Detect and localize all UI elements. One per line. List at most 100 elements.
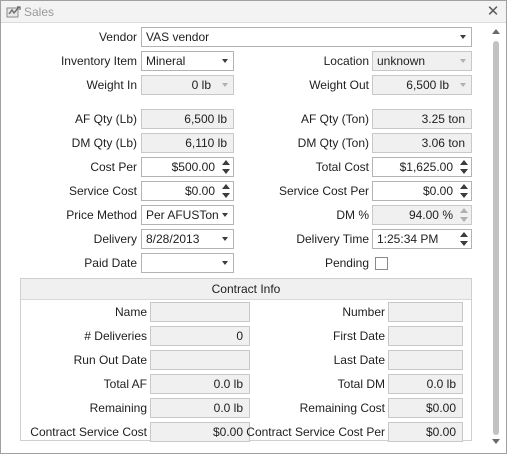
spinner-arrows-icon[interactable] [219,182,233,200]
service-cost-spinner[interactable]: $0.00 [141,181,234,201]
first-date-field [388,326,463,346]
cost-per-spinner[interactable]: $500.00 [141,157,234,177]
deliveries-label: # Deliveries [84,329,147,343]
contract-info-header: Contract Info [21,279,471,300]
total-cost-label: Total Cost [315,160,369,174]
vendor-label: Vendor [98,30,137,44]
scroll-up-icon[interactable] [492,29,500,34]
chevron-down-icon[interactable] [455,28,471,46]
spinner-arrows-icon[interactable] [219,158,233,176]
sales-window: Sales ✕ Vendor VAS vendor Inventory Item… [0,0,507,454]
delivery-time-spinner[interactable]: 1:25:34 PM [372,229,472,249]
total-af-value: 0.0 lb [213,377,243,391]
service-cost-label: Service Cost [68,184,137,198]
close-icon[interactable]: ✕ [485,4,501,20]
cost-per-value: $500.00 [171,160,215,174]
location-select[interactable]: unknown [372,51,472,71]
pending-label: Pending [324,256,369,270]
price-method-select[interactable]: Per AFUSTon [141,205,234,225]
dm-qty-lb-label: DM Qty (Lb) [71,136,137,150]
chevron-down-icon[interactable] [217,254,233,272]
contract-number-label: Number [342,305,385,319]
total-af-label: Total AF [103,377,147,391]
spinner-arrows-icon[interactable] [457,182,471,200]
delivery-value: 8/28/2013 [146,232,200,246]
weight-in-field[interactable]: 0 lb [141,75,234,95]
af-qty-lb-label: AF Qty (Lb) [74,112,137,126]
vendor-value: VAS vendor [146,30,210,44]
remaining-field: 0.0 lb [150,398,250,418]
last-date-label: Last Date [333,353,385,367]
chevron-down-icon[interactable] [217,76,233,94]
total-dm-value: 0.0 lb [426,377,456,391]
dm-qty-ton-field: 3.06 ton [372,133,472,153]
remaining-value: 0.0 lb [213,401,243,415]
dm-percent-value: 94.00 % [408,208,453,222]
scroll-down-icon[interactable] [492,439,500,444]
run-out-date-field [150,350,250,370]
dm-qty-lb-field: 6,110 lb [141,133,234,153]
first-date-label: First Date [332,329,385,343]
chevron-down-icon[interactable] [455,52,471,70]
af-qty-ton-field: 3.25 ton [372,109,472,129]
contract-number-field [388,302,463,322]
chevron-down-icon[interactable] [217,206,233,224]
contract-service-cost-per-label: Contract Service Cost Per [246,425,385,439]
contract-name-field [150,302,250,322]
weight-out-field[interactable]: 6,500 lb [372,75,472,95]
contract-service-cost-per-value: $0.00 [425,425,456,439]
vendor-select[interactable]: VAS vendor [141,27,472,47]
sales-form-icon [6,6,21,18]
price-method-label: Price Method [66,208,137,222]
weight-in-label: Weight In [86,78,137,92]
service-cost-per-spinner[interactable]: $0.00 [372,181,472,201]
dm-qty-ton-label: DM Qty (Ton) [297,136,369,150]
remaining-cost-value: $0.00 [425,401,456,415]
contract-service-cost-per-field: $0.00 [388,422,463,442]
af-qty-lb-value: 6,500 lb [184,112,227,126]
inventory-item-label: Inventory Item [60,54,137,68]
inventory-item-select[interactable]: Mineral [141,51,234,71]
window-title: Sales [24,5,55,19]
delivery-date-picker[interactable]: 8/28/2013 [141,229,234,249]
scrollbar-thumb[interactable] [493,41,499,435]
inventory-item-value: Mineral [146,54,186,68]
dm-percent-spinner[interactable]: 94.00 % [372,205,472,225]
contract-name-label: Name [114,305,147,319]
remaining-cost-field: $0.00 [388,398,463,418]
dm-qty-lb-value: 6,110 lb [185,136,227,150]
deliveries-field: 0 [150,326,250,346]
dm-qty-ton-value: 3.06 ton [421,136,465,150]
price-method-value: Per AFUSTon [146,208,219,222]
spinner-arrows-icon[interactable] [457,158,471,176]
service-cost-per-value: $0.00 [422,184,453,198]
run-out-date-label: Run Out Date [73,353,147,367]
location-label: Location [323,54,369,68]
total-af-field: 0.0 lb [150,374,250,394]
spinner-arrows-icon[interactable] [457,206,471,224]
cost-per-label: Cost Per [90,160,137,174]
spinner-arrows-icon[interactable] [457,230,471,248]
paid-date-picker[interactable] [141,253,234,273]
service-cost-per-label: Service Cost Per [278,184,369,198]
chevron-down-icon[interactable] [455,76,471,94]
form-body: Vendor VAS vendor Inventory Item Mineral… [1,23,506,453]
weight-out-label: Weight Out [309,78,369,92]
contract-service-cost-field: $0.00 [150,422,250,442]
total-cost-spinner[interactable]: $1,625.00 [372,157,472,177]
service-cost-value: $0.00 [184,184,215,198]
chevron-down-icon[interactable] [217,230,233,248]
remaining-cost-label: Remaining Cost [299,401,385,415]
pending-checkbox[interactable] [375,257,388,270]
remaining-label: Remaining [89,401,147,415]
location-value: unknown [377,54,426,68]
af-qty-lb-field: 6,500 lb [141,109,234,129]
total-dm-field: 0.0 lb [388,374,463,394]
weight-in-value: 0 lb [191,78,211,92]
af-qty-ton-label: AF Qty (Ton) [300,112,369,126]
contract-service-cost-label: Contract Service Cost [30,425,147,439]
total-cost-value: $1,625.00 [399,160,453,174]
delivery-time-label: Delivery Time [296,232,369,246]
vertical-scrollbar[interactable] [490,25,502,451]
chevron-down-icon[interactable] [217,52,233,70]
